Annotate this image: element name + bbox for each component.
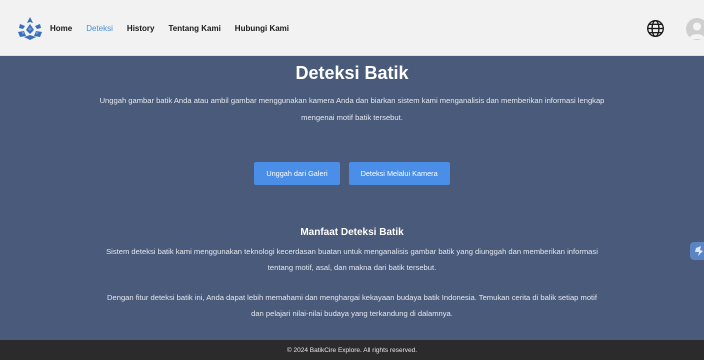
nav-home[interactable]: Home: [50, 24, 72, 33]
detection-hero: Deteksi Batik Unggah gambar batik Anda a…: [0, 57, 704, 340]
batik-logo-icon[interactable]: [14, 14, 46, 42]
upload-actions: Unggah dari Galeri Deteksi Melalui Kamer…: [0, 162, 704, 185]
nav-history[interactable]: History: [127, 24, 155, 33]
benefits-paragraph-2: Dengan fitur deteksi batik ini, Anda dap…: [107, 293, 597, 318]
upload-gallery-button[interactable]: Unggah dari Galeri: [254, 162, 340, 185]
camera-detect-button[interactable]: Deteksi Melalui Kamera: [348, 162, 450, 185]
top-navbar: Home Deteksi History Tentang Kami Hubung…: [0, 0, 704, 56]
nav-tentang-kami[interactable]: Tentang Kami: [168, 24, 220, 33]
nav-deteksi[interactable]: Deteksi: [86, 24, 113, 33]
user-avatar-icon[interactable]: [686, 18, 704, 40]
chat-widget-icon[interactable]: [690, 242, 704, 260]
site-footer: © 2024 BatikCire Explore. All rights res…: [0, 340, 704, 360]
footer-copyright: © 2024 BatikCire Explore. All rights res…: [286, 346, 418, 354]
globe-icon[interactable]: [646, 19, 665, 38]
main-nav: Home Deteksi History Tentang Kami Hubung…: [50, 0, 303, 56]
page-description: Unggah gambar batik Anda atau ambil gamb…: [99, 96, 605, 122]
page-title: Deteksi Batik: [295, 63, 409, 83]
nav-hubungi-kami[interactable]: Hubungi Kami: [235, 24, 289, 33]
benefits-title: Manfaat Deteksi Batik: [300, 227, 404, 238]
benefits-paragraph-1: Sistem deteksi batik kami menggunakan te…: [106, 247, 598, 272]
